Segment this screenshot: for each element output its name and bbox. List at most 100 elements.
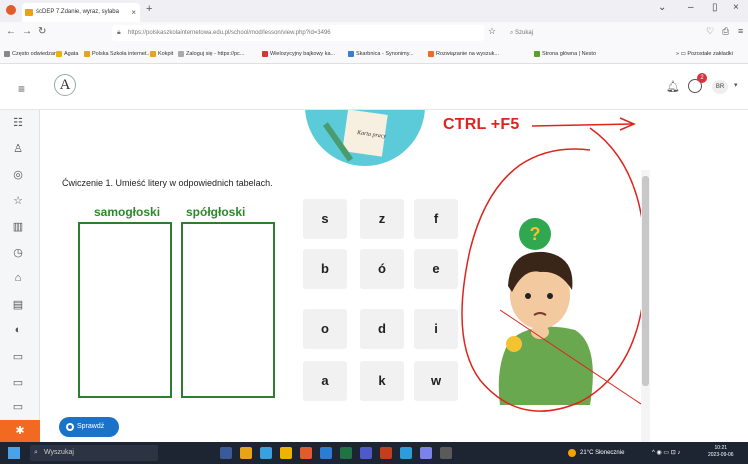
app-icon[interactable] (420, 447, 432, 459)
worksheet-illustration: Karta pracy (305, 110, 425, 166)
library-icon[interactable]: ▥ (10, 220, 26, 233)
forward-icon[interactable]: → (22, 26, 32, 37)
tab-title: ścDEP 7.Zdanie, wyraz, sylaba (36, 9, 119, 15)
exercise-instruction: Ćwiczenie 1. Umieść litery w odpowiednic… (62, 178, 273, 188)
letter-tile[interactable]: k (360, 361, 404, 401)
folder-icon[interactable]: ▭ (10, 400, 26, 413)
bookmark-item[interactable]: Często odwiedzane (4, 44, 60, 63)
bookmark-item[interactable]: Agata (56, 44, 78, 63)
app-header: ≡ A 🔔︎ 2 BR ▾ (0, 64, 748, 110)
firefox-menu-icon[interactable] (6, 5, 16, 15)
participants-icon[interactable]: ♙ (10, 142, 26, 155)
check-answers-button[interactable]: Sprawdź (59, 417, 119, 437)
boy-eye (525, 293, 531, 299)
pocket-icon[interactable]: ♡ (706, 26, 714, 37)
tabs-list-icon[interactable]: ⌄ (658, 2, 666, 13)
bookmark-item[interactable]: Kokpit (150, 44, 173, 63)
check-icon (66, 423, 74, 431)
tab-favicon-icon (25, 9, 33, 16)
bell-icon[interactable]: 🔔︎ (666, 80, 680, 93)
vowels-drop-zone[interactable] (78, 222, 172, 398)
lock-icon: 🔒︎ (117, 29, 121, 36)
letter-tile[interactable]: d (360, 309, 404, 349)
bookmark-star-icon[interactable]: ☆ (488, 26, 496, 37)
home-icon[interactable]: ⌂ (10, 272, 26, 284)
excel-icon[interactable] (340, 447, 352, 459)
letter-tile[interactable]: s (303, 199, 347, 239)
reload-icon[interactable]: ↻ (38, 26, 46, 37)
mail-icon[interactable] (400, 447, 412, 459)
bookmark-item[interactable]: Polska Szkoła internet... (84, 44, 151, 63)
minimize-icon[interactable]: – (688, 2, 694, 13)
folder-icon[interactable]: ▭ (10, 350, 26, 363)
browser-tab[interactable]: ścDEP 7.Zdanie, wyraz, sylaba × (22, 3, 140, 22)
badge-icon[interactable]: ◎ (10, 168, 26, 181)
boy-eye (547, 293, 553, 299)
windows-start-icon[interactable] (8, 447, 20, 459)
chrome-icon[interactable] (240, 447, 252, 459)
thinking-boy-illustration: ? (461, 117, 650, 412)
scrollbar-thumb[interactable] (642, 176, 649, 386)
close-window-icon[interactable]: × (733, 2, 739, 13)
back-icon[interactable]: ← (6, 26, 16, 37)
settings-icon: ✱ (15, 425, 25, 437)
clock[interactable]: 10:21 2023-09-06 (708, 445, 734, 459)
letter-tile[interactable]: z (360, 199, 404, 239)
firefox-icon[interactable] (300, 447, 312, 459)
browser-tab-bar: ścDEP 7.Zdanie, wyraz, sylaba × + ⌄ – ▯ … (0, 0, 748, 22)
bookmark-item[interactable]: Wielozycyjny bajkowy ka... (262, 44, 335, 63)
bookmark-item[interactable]: Skarbnica - Synonimy... (348, 44, 414, 63)
windows-taskbar: ⌕ Wyszukaj 21°C Słonecznie ^ ◉ ▭ ⊡ ♪ 10:… (0, 442, 748, 464)
folder-icon[interactable]: ▭ (10, 376, 26, 389)
question-mark-icon: ? (530, 224, 541, 244)
star-icon[interactable]: ☆ (10, 194, 26, 207)
taskbar-search-label: Wyszukaj (44, 449, 74, 456)
close-tab-icon[interactable]: × (131, 3, 136, 22)
new-tab-icon[interactable]: + (146, 3, 152, 15)
edge-icon[interactable] (260, 447, 272, 459)
sidebar-active-item[interactable]: ✱ (0, 420, 40, 442)
powerpoint-icon[interactable] (380, 447, 392, 459)
site-logo[interactable]: A (54, 74, 76, 96)
bookmarks-bar: Często odwiedzane Agata Polska Szkoła in… (0, 44, 748, 64)
browser-toolbar: ← → ↻ 🔒︎ https://polskaszkolainternetowa… (0, 22, 748, 44)
letter-tile[interactable]: b (303, 249, 347, 289)
extensions-icon[interactable]: ⎙ (722, 26, 729, 37)
tray-icons[interactable]: ^ ◉ ▭ ⊡ ♪ (652, 442, 680, 464)
restore-icon[interactable]: ▯ (712, 2, 718, 13)
user-menu-chevron-icon[interactable]: ▾ (734, 81, 738, 89)
file-explorer-icon[interactable] (280, 447, 292, 459)
other-bookmarks[interactable]: » ▭ Pozostałe zakładki (676, 44, 733, 63)
shirt-patch (506, 336, 522, 352)
column-header-vowels: samogłoski (94, 205, 161, 219)
user-avatar[interactable]: BR (712, 80, 728, 94)
letter-tile[interactable]: o (303, 309, 347, 349)
clipboard-icon[interactable]: ▤ (10, 298, 26, 311)
settings-icon[interactable] (440, 447, 452, 459)
weather-text[interactable]: 21°C Słonecznie (580, 442, 624, 464)
content-scrollbar[interactable] (641, 170, 650, 442)
url-field[interactable]: 🔒︎ https://polskaszkolainternetowa.edu.p… (112, 25, 484, 41)
letter-tile[interactable]: ó (360, 249, 404, 289)
word-icon[interactable] (320, 447, 332, 459)
hamburger-menu-icon[interactable]: ≡ (18, 82, 25, 96)
weather-icon (568, 449, 576, 457)
course-index-sidebar: ☷ ♙ ◎ ☆ ▥ ◷ ⌂ ▤ ◐ ▭ ▭ ▭ ✱ (0, 110, 40, 442)
taskbar-search[interactable]: ⌕ Wyszukaj (30, 445, 158, 461)
search-field[interactable]: ⌕ Szukaj (500, 25, 640, 41)
course-index-icon[interactable]: ☷ (10, 116, 26, 129)
bookmark-item[interactable]: Rozwiązanie na wyszuk... (428, 44, 499, 63)
teams-icon[interactable] (360, 447, 372, 459)
letter-tile[interactable]: a (303, 361, 347, 401)
activity-icon[interactable]: ◷ (10, 246, 26, 259)
menu-icon[interactable]: ≡ (738, 26, 743, 36)
notification-badge: 2 (697, 73, 707, 83)
check-button-label: Sprawdź (77, 423, 105, 430)
consonants-drop-zone[interactable] (181, 222, 275, 398)
bookmark-item[interactable]: Zaloguj się - https://pc... (178, 44, 244, 63)
help-icon[interactable]: ◐ (10, 324, 26, 336)
column-header-consonants: spółgłoski (186, 205, 246, 219)
bookmark-item[interactable]: Strona główna | Nesto (534, 44, 596, 63)
taskbar-search-icon: ⌕ (34, 449, 38, 456)
task-view-icon[interactable] (220, 447, 232, 459)
